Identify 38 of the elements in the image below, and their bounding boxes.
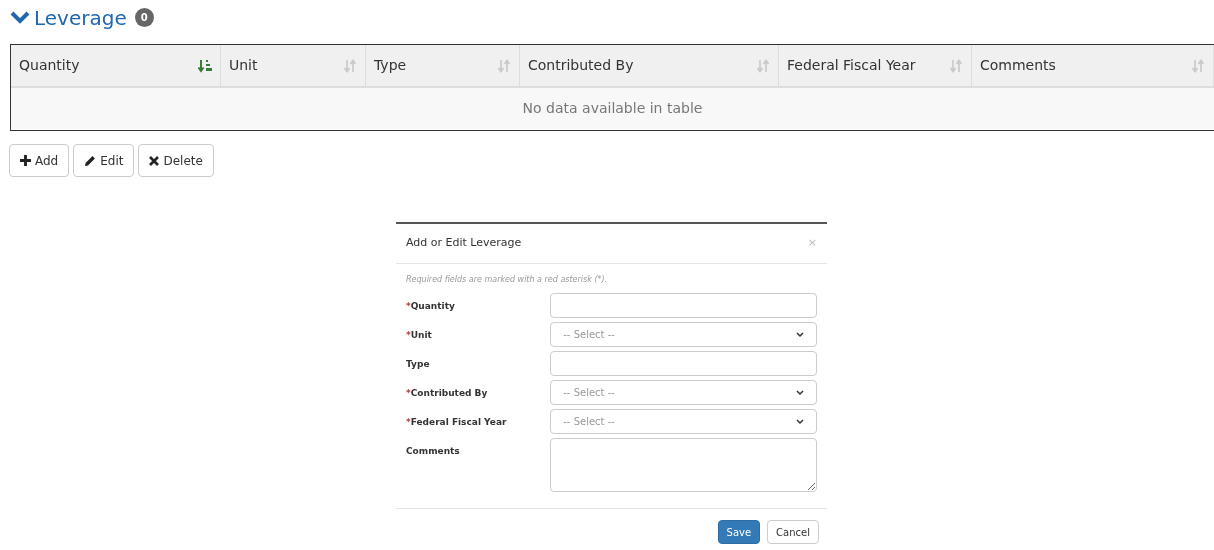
column-label: Contributed By [528,56,634,75]
field-label: *Quantity [406,300,456,313]
chevron-down-icon [796,331,804,338]
column-label: Comments [980,56,1056,75]
column-label: Unit [229,56,258,75]
cancel-button[interactable]: Cancel [767,520,819,544]
column-header[interactable]: Contributed By [520,45,779,86]
text-field[interactable] [550,351,817,376]
column-label: Federal Fiscal Year [787,56,916,75]
column-header[interactable]: Type [366,45,520,86]
column-label: Type [374,56,407,75]
text-field[interactable] [550,293,817,318]
field-label: Comments [406,445,461,458]
chevron-down-icon [796,389,804,396]
column-header[interactable]: Federal Fiscal Year [779,45,972,86]
chevron-down-icon [796,418,804,425]
field-label: *Federal Fiscal Year [406,416,508,429]
field-label: Type [406,358,431,371]
chevron-down-icon[interactable] [10,10,30,25]
empty-message: No data available in table [522,99,703,118]
action-button[interactable]: Add [9,144,70,177]
field-label: *Unit [406,329,433,342]
pencil-icon [84,154,97,167]
count-badge: 0 [134,8,154,27]
column-header[interactable]: Comments [972,45,1214,86]
plus-icon [20,155,31,166]
section-title: Leverage [34,7,127,28]
action-button[interactable]: Edit [73,144,135,177]
column-header[interactable]: Quantity [11,45,221,86]
required-note: Required fields are marked with a red asterisk (*). [406,274,609,286]
action-button[interactable]: Delete [138,144,214,177]
save-button[interactable]: Save [717,520,761,544]
comments-field[interactable] [550,438,817,492]
field-label: *Contributed By [406,387,489,400]
column-header[interactable]: Unit [221,45,366,86]
close-icon [149,155,160,166]
column-label: Quantity [19,56,80,75]
dialog-title: Add or Edit Leverage [406,235,522,252]
